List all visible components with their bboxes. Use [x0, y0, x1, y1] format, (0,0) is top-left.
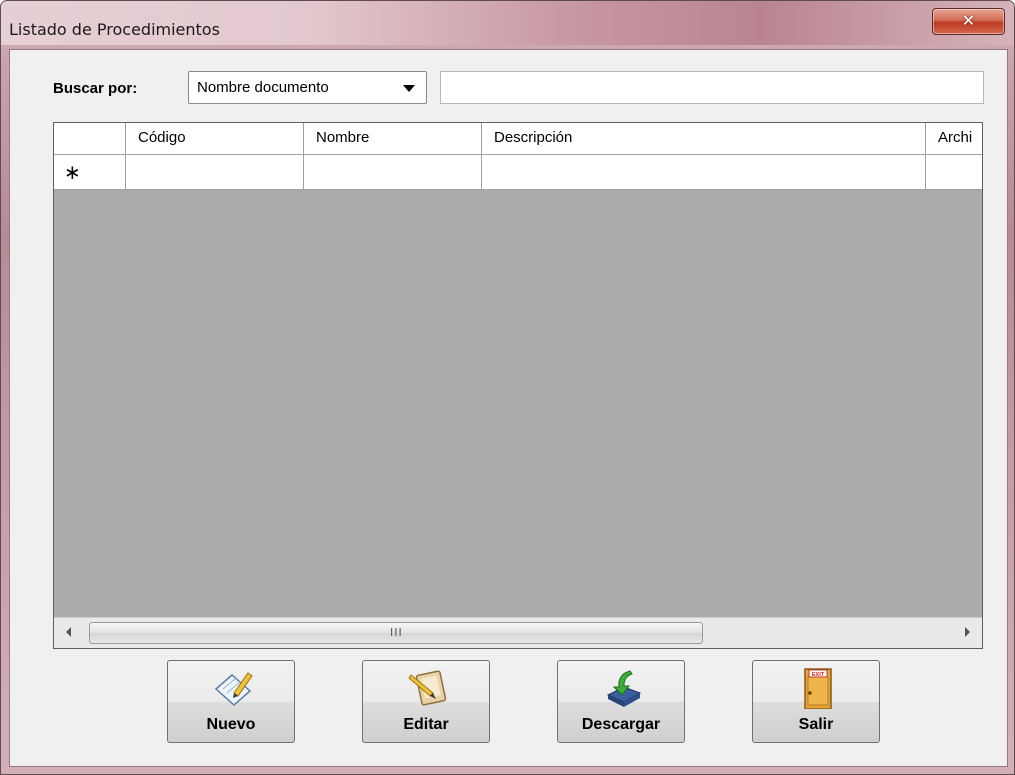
- cell-descripcion[interactable]: [482, 155, 926, 189]
- salir-button[interactable]: EXIT Salir: [752, 660, 880, 743]
- column-header-nombre[interactable]: Nombre: [304, 123, 482, 154]
- column-header-label: Nombre: [316, 129, 370, 146]
- procedures-grid[interactable]: Código Nombre Descripción Archi ∗ III: [53, 122, 983, 649]
- search-field-value: Nombre documento: [197, 79, 329, 96]
- app-window: Listado de Procedimientos ✕ Buscar por: …: [0, 0, 1015, 775]
- row-header-column[interactable]: [54, 123, 126, 154]
- cell-codigo[interactable]: [126, 155, 304, 189]
- nuevo-label: Nuevo: [206, 716, 256, 733]
- exit-door-icon: EXIT: [804, 668, 832, 709]
- scroll-thumb[interactable]: III: [89, 622, 703, 644]
- new-row-icon: ∗: [64, 160, 81, 184]
- close-button[interactable]: ✕: [932, 8, 1005, 35]
- exit-sign-text: EXIT: [812, 672, 825, 678]
- column-header-codigo[interactable]: Código: [126, 123, 304, 154]
- new-document-pencil-icon: [214, 672, 253, 706]
- form-body: Buscar por: Nombre documento Código Nomb…: [9, 49, 1008, 767]
- column-header-label: Archi: [938, 129, 973, 146]
- column-header-label: Código: [138, 129, 186, 146]
- download-icon: [606, 670, 642, 707]
- window-title: Listado de Procedimientos: [9, 20, 220, 39]
- title-bar[interactable]: Listado de Procedimientos ✕: [1, 1, 1014, 45]
- scroll-right-icon[interactable]: [965, 627, 970, 637]
- search-input[interactable]: [440, 71, 984, 104]
- column-header-label: Descripción: [494, 129, 573, 146]
- search-by-label: Buscar por:: [53, 80, 138, 97]
- horizontal-scrollbar[interactable]: III: [54, 617, 982, 648]
- nuevo-button[interactable]: Nuevo: [167, 660, 295, 743]
- grid-header: Código Nombre Descripción Archi: [54, 123, 982, 155]
- dropdown-arrow-icon[interactable]: [403, 85, 415, 92]
- new-row[interactable]: ∗: [54, 155, 982, 190]
- cell-nombre[interactable]: [304, 155, 482, 189]
- scroll-grip: III: [390, 626, 403, 639]
- edit-notebook-icon: [408, 670, 447, 706]
- salir-label: Salir: [798, 716, 834, 733]
- column-header-descripcion[interactable]: Descripción: [482, 123, 926, 154]
- editar-label: Editar: [403, 716, 449, 733]
- search-field-select[interactable]: Nombre documento: [188, 71, 427, 104]
- cell-archivo[interactable]: [926, 155, 982, 189]
- row-header-cell[interactable]: ∗: [54, 155, 126, 189]
- descargar-button[interactable]: Descargar: [557, 660, 685, 743]
- descargar-label: Descargar: [581, 716, 661, 733]
- column-header-archivo[interactable]: Archi: [926, 123, 982, 154]
- scroll-left-icon[interactable]: [66, 627, 71, 637]
- close-icon: ✕: [961, 11, 976, 30]
- editar-button[interactable]: Editar: [362, 660, 490, 743]
